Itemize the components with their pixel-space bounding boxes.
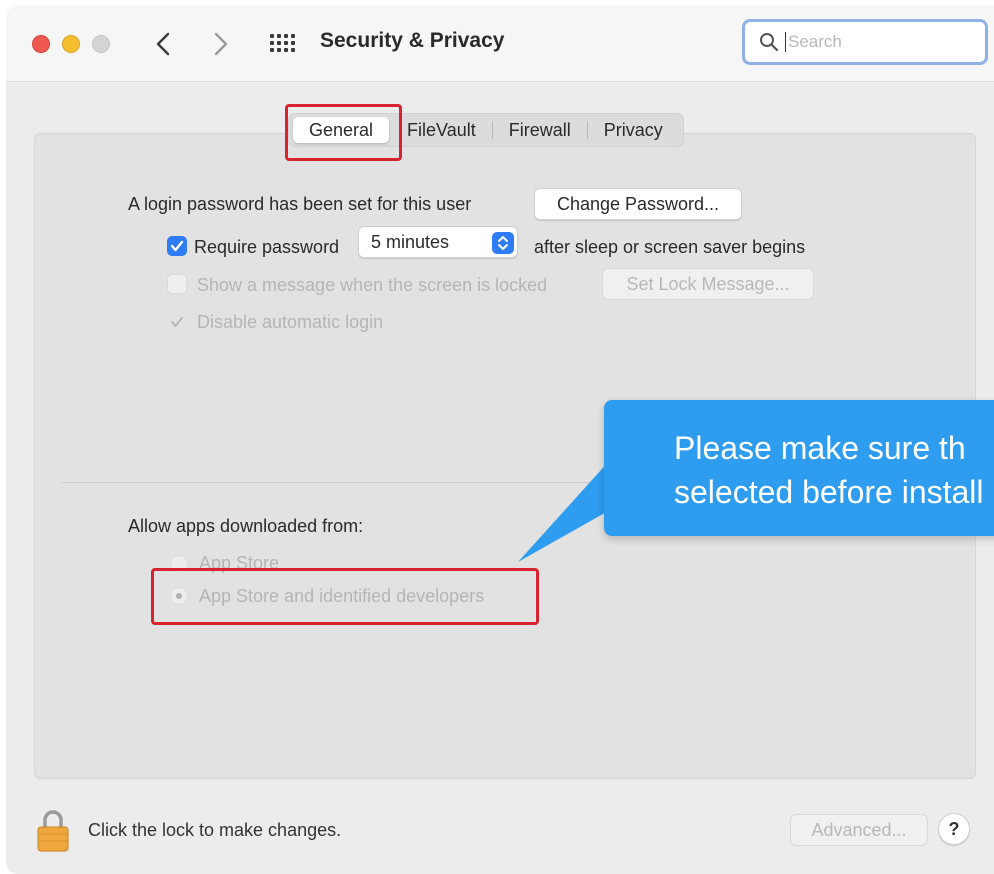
change-password-button[interactable]: Change Password... (534, 188, 742, 220)
general-tab-highlight-box (285, 104, 402, 161)
chevron-right-icon (214, 32, 228, 56)
search-input[interactable] (785, 32, 975, 52)
set-lock-message-button[interactable]: Set Lock Message... (602, 268, 814, 300)
lock-icon[interactable] (36, 808, 70, 852)
disable-auto-login-checkbox[interactable] (167, 312, 187, 332)
forward-button[interactable] (206, 27, 236, 61)
window-title: Security & Privacy (320, 29, 505, 52)
tab-privacy[interactable]: Privacy (588, 117, 679, 143)
show-all-grid-icon[interactable] (268, 31, 296, 57)
advanced-button[interactable]: Advanced... (790, 814, 928, 846)
checkmark-icon (171, 317, 183, 327)
callout-line-1: Please make sure th (674, 430, 966, 466)
login-password-text: A login password has been set for this u… (128, 194, 472, 214)
help-button[interactable]: ? (938, 813, 970, 845)
allow-apps-heading: Allow apps downloaded from: (128, 516, 364, 536)
instruction-callout: Please make sure th selected before inst… (604, 400, 994, 536)
select-stepper-icon (492, 232, 514, 254)
password-delay-value: 5 minutes (371, 231, 450, 252)
title-bar: Security & Privacy (6, 6, 994, 82)
allow-option-highlight-box (151, 568, 539, 625)
callout-line-2: selected before install (674, 474, 984, 510)
require-password-checkbox[interactable] (167, 236, 187, 256)
search-field[interactable] (742, 19, 988, 65)
back-button[interactable] (148, 27, 178, 61)
close-window-button[interactable] (32, 35, 50, 53)
search-icon (760, 33, 779, 52)
tab-filevault[interactable]: FileVault (391, 117, 492, 143)
disable-auto-login-label: Disable automatic login (197, 312, 384, 332)
after-sleep-text: after sleep or screen saver begins (534, 237, 806, 257)
show-message-checkbox[interactable] (167, 274, 187, 294)
tab-firewall[interactable]: Firewall (493, 117, 587, 143)
chevron-left-icon (156, 32, 170, 56)
minimize-window-button[interactable] (62, 35, 80, 53)
zoom-window-button[interactable] (92, 35, 110, 53)
checkmark-icon (170, 240, 184, 252)
require-password-label: Require password (194, 237, 340, 257)
lock-status-text: Click the lock to make changes. (88, 820, 342, 840)
password-delay-select[interactable]: 5 minutes (358, 226, 518, 258)
show-message-label: Show a message when the screen is locked (197, 275, 548, 295)
